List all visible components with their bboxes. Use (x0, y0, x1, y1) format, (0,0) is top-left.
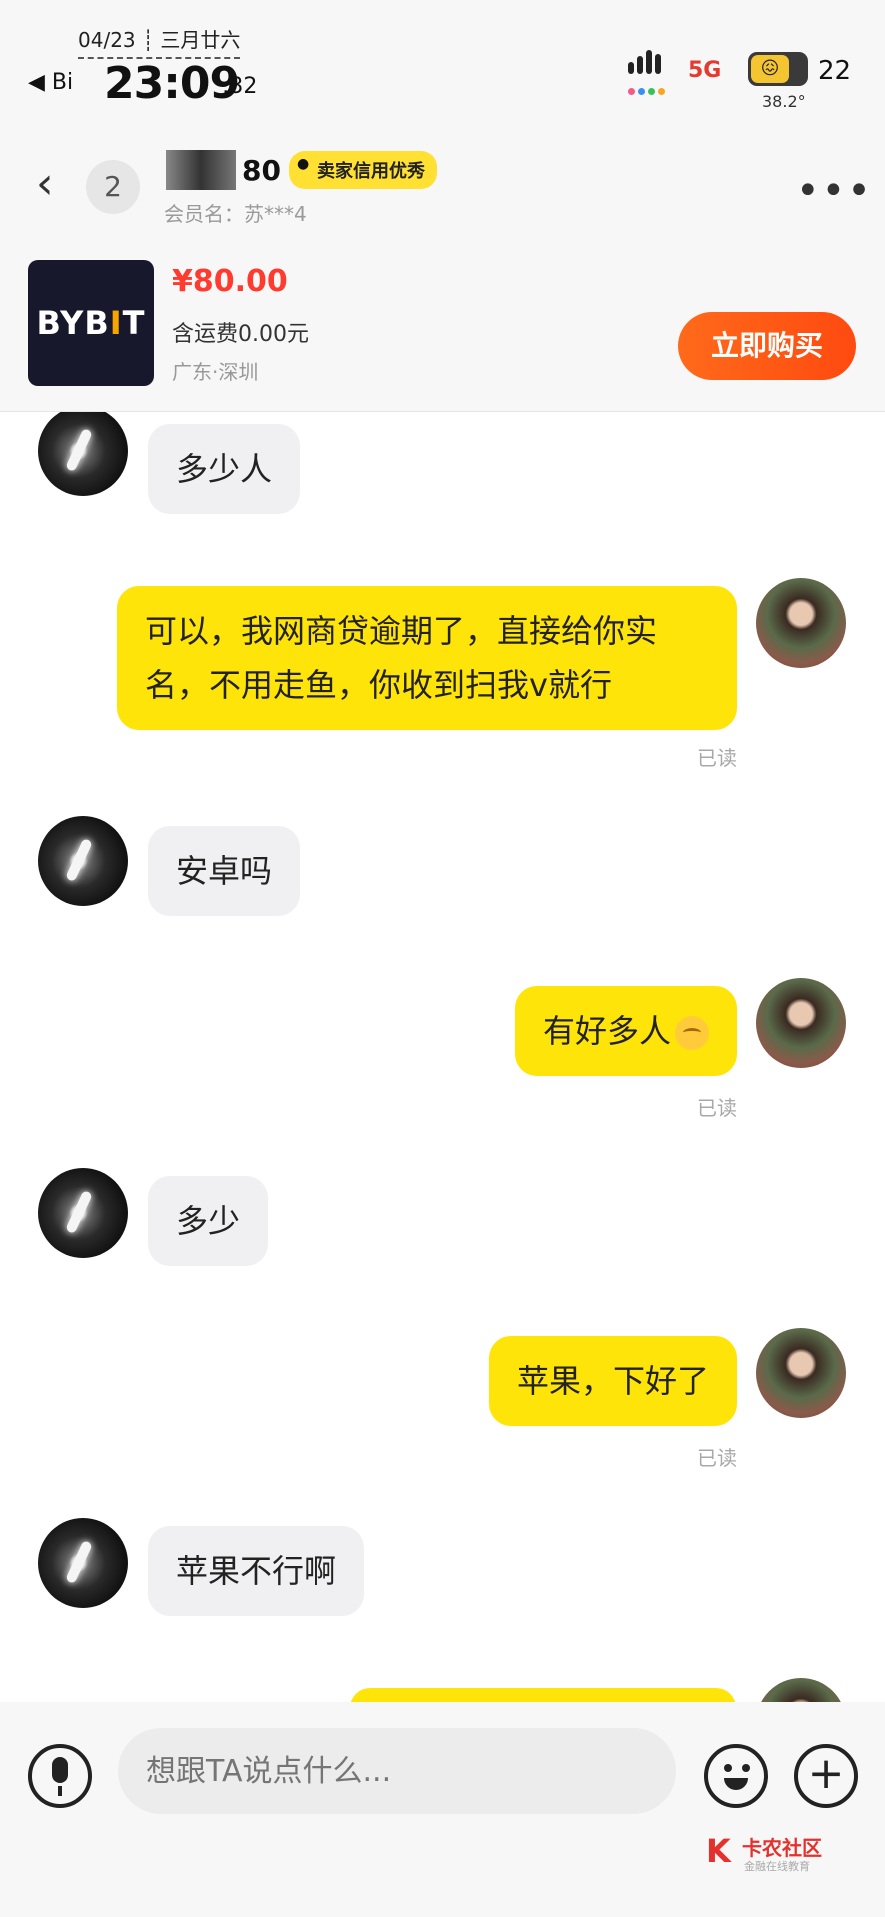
smiley-icon[interactable] (704, 1744, 768, 1808)
peer-avatar[interactable] (38, 816, 128, 906)
message-bubble-peer[interactable]: 苹果不行啊 (148, 1526, 365, 1616)
input-bar: + K 卡农社区 金融在线教育 (0, 1702, 885, 1917)
message-bubble-me[interactable]: 可以，我网商贷逾期了，直接给你实名，不用走鱼，你收到扫我v就行 (117, 586, 737, 730)
my-avatar[interactable] (756, 578, 846, 668)
message-bubble-peer[interactable]: 多少人 (148, 424, 301, 514)
product-price: ¥80.00 (172, 264, 288, 299)
back-button[interactable]: ‹ (36, 162, 76, 206)
read-status: 已读 (697, 1446, 737, 1470)
message-bubble-me[interactable]: 苹果，下好了 (488, 1336, 737, 1426)
message-bubble-me[interactable]: 有好多人 (514, 986, 737, 1076)
message-text: 有好多人 (542, 1012, 671, 1050)
signal-icon (628, 50, 674, 76)
status-back-to-app[interactable]: ◀ Bi (28, 70, 73, 95)
read-status: 已读 (697, 746, 737, 770)
message-bubble-peer[interactable]: 多少 (148, 1176, 269, 1266)
credit-badge[interactable]: 卖家信用优秀 (288, 151, 437, 189)
battery-temperature: 38.2° (762, 92, 806, 111)
peer-avatar[interactable] (38, 1518, 128, 1608)
name-redaction (166, 150, 236, 190)
seller-name[interactable]: 80卖家信用优秀 (166, 150, 437, 192)
watermark: K 卡农社区 金融在线教育 (706, 1832, 836, 1876)
member-name: 会员名：苏***4 (164, 202, 307, 226)
chat-header: ‹ 2 80卖家信用优秀 会员名：苏***4 ••• (0, 120, 885, 248)
buy-now-button[interactable]: 立即购买 (678, 312, 856, 380)
shipping-fee: 含运费0.00元 (172, 322, 309, 347)
message-list[interactable]: 多少人 可以，我网商贷逾期了，直接给你实名，不用走鱼，你收到扫我v就行 已读 安… (0, 412, 885, 1702)
status-bar: 04/23 ┊ 三月廿六 ◀ Bi 23:09 :32 5G 😖 22 38.2… (0, 0, 885, 120)
status-seconds: :32 (222, 74, 258, 99)
peer-avatar[interactable] (38, 412, 128, 496)
message-input[interactable] (118, 1728, 676, 1814)
watermark-title: 卡农社区 (742, 1836, 822, 1860)
watermark-logo-icon: K (706, 1832, 731, 1870)
my-avatar[interactable] (756, 1328, 846, 1418)
battery-percentage: 22 (818, 56, 852, 86)
status-time: 23:09 (104, 58, 240, 109)
watermark-subtitle: 金融在线教育 (744, 1860, 810, 1873)
notification-dots-icon (628, 80, 674, 95)
my-avatar[interactable] (756, 978, 846, 1068)
emoji-sticker-icon (675, 1016, 709, 1050)
unread-count-badge[interactable]: 2 (86, 160, 140, 214)
product-location: 广东·深圳 (172, 360, 259, 384)
message-bubble-peer[interactable]: 安卓吗 (148, 826, 301, 916)
read-status: 已读 (697, 1096, 737, 1120)
my-avatar[interactable] (756, 1678, 846, 1702)
network-type: 5G (688, 58, 722, 83)
battery-icon: 😖 (748, 52, 808, 86)
seller-name-suffix: 80 (242, 153, 281, 187)
plus-icon[interactable]: + (794, 1744, 858, 1808)
status-date: 04/23 ┊ 三月廿六 (78, 24, 241, 59)
product-image[interactable]: BYBIT (28, 260, 154, 386)
product-card[interactable]: BYBIT ¥80.00 含运费0.00元 广东·深圳 立即购买 (0, 248, 885, 412)
more-options-button[interactable]: ••• (796, 168, 873, 214)
message-bubble-partial[interactable] (350, 1688, 736, 1702)
peer-avatar[interactable] (38, 1168, 128, 1258)
microphone-icon[interactable] (28, 1744, 92, 1808)
